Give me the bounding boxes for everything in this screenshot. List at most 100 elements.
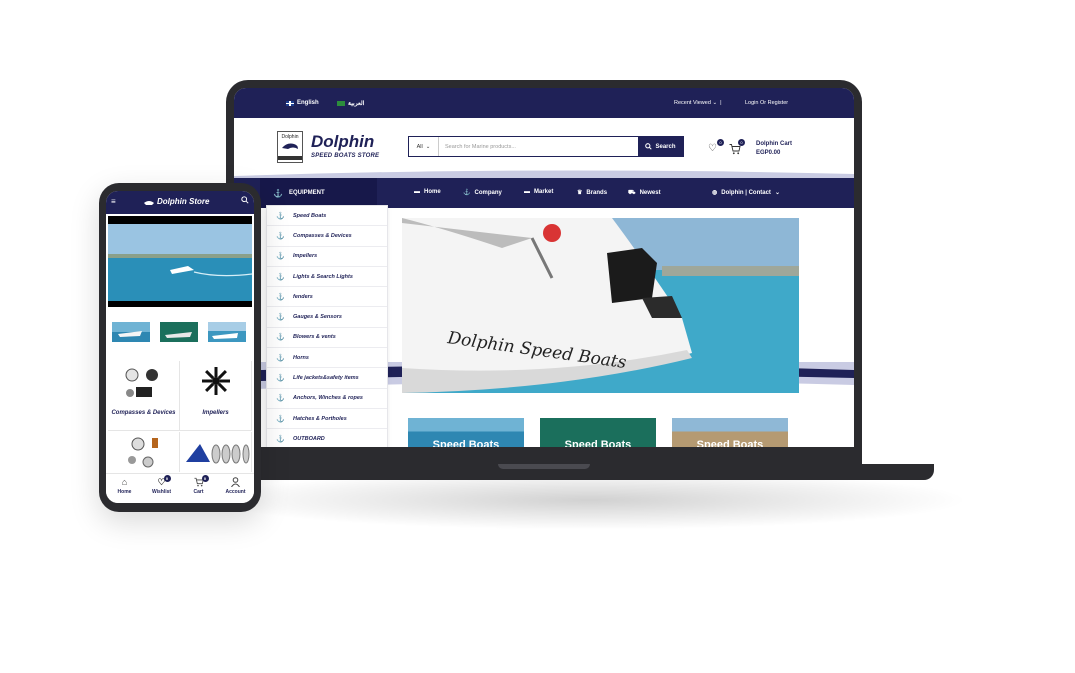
menu-item-label: Anchors, Winches & ropes	[293, 395, 363, 402]
search-category-select[interactable]: All ⌄	[409, 137, 439, 156]
anchor-icon: ⚓	[276, 253, 285, 261]
main-nav: ⚓ EQUIPMENT ▬ Home ⚓ Company ▬ Market ♛ …	[234, 178, 854, 208]
compass-icon	[125, 368, 158, 397]
menu-item[interactable]: ⚓ Lights & Search Lights	[267, 267, 387, 288]
search-button[interactable]: Search	[638, 137, 683, 156]
menu-item-label: Hatches & Portholes	[293, 415, 347, 422]
cart-count-badge: 0	[738, 139, 745, 146]
phone-thumbnails	[106, 319, 254, 345]
menu-item[interactable]: ⚓ Impellers	[267, 247, 387, 267]
menu-item-label: Lights & Search Lights	[293, 273, 353, 280]
nav-market-label: Market	[534, 189, 554, 195]
menu-item[interactable]: ⚓ Gauges & Sensors	[267, 307, 387, 328]
menu-item-label: fenders	[293, 293, 313, 300]
phone-category-label: Impellers	[202, 410, 229, 416]
menu-item-label: Horns	[293, 354, 309, 361]
menu-item[interactable]: ⚓ fenders	[267, 287, 387, 308]
category-thumbnail[interactable]: Speed Boats	[672, 418, 788, 447]
phone-nav-account[interactable]: Account	[217, 477, 254, 495]
nav-home[interactable]: ▬ Home	[414, 189, 441, 195]
nav-newest-label: Newest	[639, 190, 661, 196]
wishlist-button[interactable]: ♡ 0	[708, 139, 724, 155]
menu-item[interactable]: ⚓ Hatches & Portholes	[267, 409, 387, 430]
divider: |	[718, 100, 722, 106]
search-icon	[645, 143, 653, 150]
menu-item-label: Gauges & Sensors	[293, 314, 342, 321]
cart-summary[interactable]: Dolphin Cart EGP0.00	[756, 140, 792, 158]
boat-logo-icon	[144, 200, 154, 205]
laptop-notch	[498, 464, 590, 469]
phone-nav-home[interactable]: ⌂ Home	[106, 477, 143, 495]
cart-total: EGP0.00	[756, 150, 781, 156]
phone-video[interactable]	[108, 216, 252, 307]
crown-icon: ♛	[577, 190, 583, 196]
search-input[interactable]: Search for Marine products...	[439, 137, 638, 156]
cart-icon: 0	[193, 475, 209, 489]
nav-brands[interactable]: ♛ Brands	[577, 189, 608, 197]
menu-item[interactable]: ⚓ Life jackets&safety items	[267, 368, 387, 389]
phone-nav-home-label: Home	[117, 489, 132, 495]
phone-nav-cart[interactable]: 0 Cart	[180, 475, 217, 495]
category-thumbnail[interactable]: Speed Boats	[540, 418, 656, 447]
nav-home-label: Home	[424, 189, 441, 195]
phone-nav-account-label: Account	[225, 489, 246, 495]
hero-banner[interactable]: Dolphin Speed Boats	[402, 218, 799, 393]
uk-flag-icon	[286, 100, 294, 106]
anchor-icon: ⚓	[276, 415, 285, 423]
language-english-label: English	[297, 100, 319, 106]
phone-screen: ≡ Dolphin Store Compasses & Devices Impe…	[106, 191, 254, 503]
phone-thumb[interactable]	[160, 322, 198, 342]
nav-contact-label: Dolphin | Contact	[721, 189, 771, 196]
equipment-category-button[interactable]: ⚓ EQUIPMENT	[260, 178, 377, 208]
phone-nav-wishlist[interactable]: ♡ 0 Wishlist	[143, 475, 180, 495]
phone-thumb[interactable]	[112, 322, 150, 342]
phone-category-label: Compasses & Devices	[111, 410, 176, 416]
logo-badge[interactable]: Dolphin	[277, 131, 303, 163]
menu-item[interactable]: ⚓ Compasses & Devices	[267, 226, 387, 247]
anchor-icon: ⚓	[276, 314, 285, 322]
dolphin-logo-icon	[282, 143, 298, 149]
anchor-icon: ⚓	[276, 273, 285, 281]
logo-subtitle: SPEED BOATS STORE	[311, 153, 380, 159]
recent-viewed-dropdown[interactable]: Recent Viewed ⌄ |	[674, 100, 722, 106]
cart-icon: ⛟	[628, 190, 636, 196]
hamburger-menu-icon[interactable]: ≡	[111, 197, 116, 206]
menu-item[interactable]: ⚓ Horns	[267, 348, 387, 369]
logo-badge-strip	[278, 156, 302, 160]
phone-header: ≡ Dolphin Store	[106, 191, 254, 214]
nav-company[interactable]: ⚓ Company	[463, 189, 502, 197]
nav-market[interactable]: ▬ Market	[524, 189, 553, 195]
menu-item[interactable]: ⚓ OUTBOARD	[267, 429, 387, 447]
language-english[interactable]: English	[286, 100, 319, 106]
search-placeholder: Search for Marine products...	[445, 143, 516, 150]
anchor-icon: ⚓	[276, 375, 285, 383]
phone-category-tile[interactable]	[180, 432, 252, 472]
anchor-icon: ⚓	[276, 293, 285, 301]
nav-contact-dropdown[interactable]: ◍ Dolphin | Contact ⌄	[712, 189, 780, 197]
login-register-link[interactable]: Login Or Register	[745, 100, 788, 106]
anchor-icon: ⚓	[273, 188, 283, 198]
language-arabic[interactable]: العربية	[337, 100, 364, 107]
speedboat-image: Dolphin Speed Boats	[402, 218, 799, 393]
search-icon[interactable]	[241, 196, 249, 206]
globe-icon: ◍	[712, 190, 718, 196]
phone-category-tile[interactable]	[108, 432, 180, 472]
phone-title[interactable]: Dolphin Store	[144, 197, 209, 206]
menu-item-label: Compasses & Devices	[293, 232, 352, 239]
nav-brands-label: Brands	[586, 189, 608, 196]
store-icon: ▬	[414, 189, 420, 195]
logo-title[interactable]: Dolphin	[311, 132, 374, 152]
menu-item[interactable]: ⚓ Speed Boats	[267, 206, 387, 227]
category-thumbnail-caption: Speed Boats	[564, 439, 632, 447]
phone-thumb[interactable]	[208, 322, 246, 342]
nav-newest[interactable]: ⛟ Newest	[628, 189, 661, 197]
cart-button[interactable]: 0	[729, 139, 745, 155]
phone-category-impellers[interactable]: Impellers	[180, 361, 252, 431]
menu-item[interactable]: ⚓ Anchors, Winches & ropes	[267, 389, 387, 409]
user-icon	[231, 477, 240, 489]
category-thumbnail[interactable]: Speed Boats	[408, 418, 524, 447]
wishlist-count-badge: 0	[163, 475, 171, 482]
menu-item[interactable]: ⚓ Blowers & vents	[267, 328, 387, 349]
phone-category-compasses[interactable]: Compasses & Devices	[108, 361, 180, 431]
anchor-icon: ⚓	[463, 190, 471, 196]
